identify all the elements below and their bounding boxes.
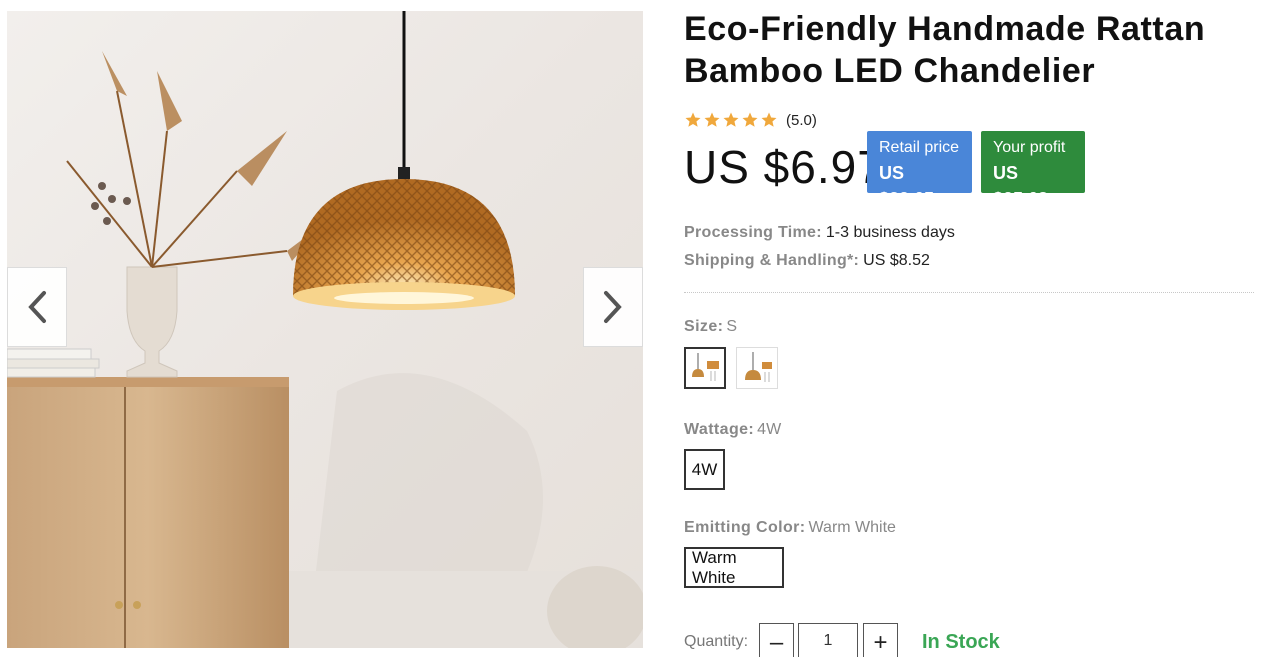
lamp-thumbnail-icon (688, 351, 722, 385)
product-rating[interactable]: (5.0) (684, 111, 817, 129)
star-icon (723, 112, 739, 127)
product-image (7, 11, 643, 648)
wattage-choice-4w[interactable]: 4W (684, 449, 725, 490)
quantity-label: Quantity: (684, 633, 749, 650)
rating-stars (684, 111, 778, 129)
quantity-input[interactable] (798, 623, 858, 657)
shipping-handling: Shipping & Handling*: US $8.52 (684, 252, 930, 270)
quantity-increase-button[interactable]: + (863, 623, 898, 657)
chevron-left-icon (28, 291, 46, 323)
size-l-thumbnail[interactable] (736, 347, 778, 389)
profit-label: Your profit (993, 139, 1066, 156)
wattage-label: Wattage: (684, 421, 755, 438)
star-icon (761, 112, 777, 127)
star-icon (742, 112, 758, 127)
gallery-next-button[interactable] (583, 267, 643, 347)
product-title: Eco-Friendly Handmade Rattan Bamboo LED … (684, 10, 1206, 90)
profit-value: US $25.68 (993, 163, 1049, 209)
retail-price-label: Retail price (879, 139, 960, 156)
gallery-prev-button[interactable] (7, 267, 67, 347)
emitting-color-value: Warm White (808, 519, 896, 536)
retail-price-badge: Retail price US $32.65 (867, 131, 972, 209)
divider (684, 292, 1254, 293)
wattage-value: 4W (757, 421, 782, 438)
processing-time-label: Processing Time: (684, 224, 822, 241)
quantity-decrease-button[interactable]: – (759, 623, 794, 657)
size-value: S (726, 318, 738, 335)
processing-time-value: 1-3 business days (825, 224, 955, 241)
shipping-label: Shipping & Handling*: (684, 252, 860, 269)
lamp-thumbnail-icon (739, 350, 775, 386)
processing-time: Processing Time: 1-3 business days (684, 224, 955, 242)
shipping-value: US $8.52 (863, 252, 930, 269)
size-label: Size: (684, 318, 724, 335)
color-choice-warm-white[interactable]: Warm White (684, 547, 784, 588)
rating-text: (5.0) (786, 111, 817, 129)
size-s-thumbnail[interactable] (684, 347, 726, 389)
stock-status: In Stock (922, 631, 1000, 653)
size-option-label: Size: S (684, 318, 737, 336)
retail-price-value: US $32.65 (879, 163, 935, 209)
star-icon (704, 112, 720, 127)
product-gallery (7, 11, 643, 648)
emitting-color-label: Emitting Color: (684, 519, 806, 536)
product-price: US $6.97 (684, 141, 884, 193)
profit-badge: Your profit US $25.68 (981, 131, 1085, 209)
wattage-option-label: Wattage: 4W (684, 421, 781, 439)
plus-icon: + (873, 629, 888, 656)
color-option-label: Emitting Color: Warm White (684, 519, 896, 537)
star-icon (685, 112, 701, 127)
chevron-right-icon (604, 291, 622, 323)
minus-icon: – (769, 629, 784, 656)
